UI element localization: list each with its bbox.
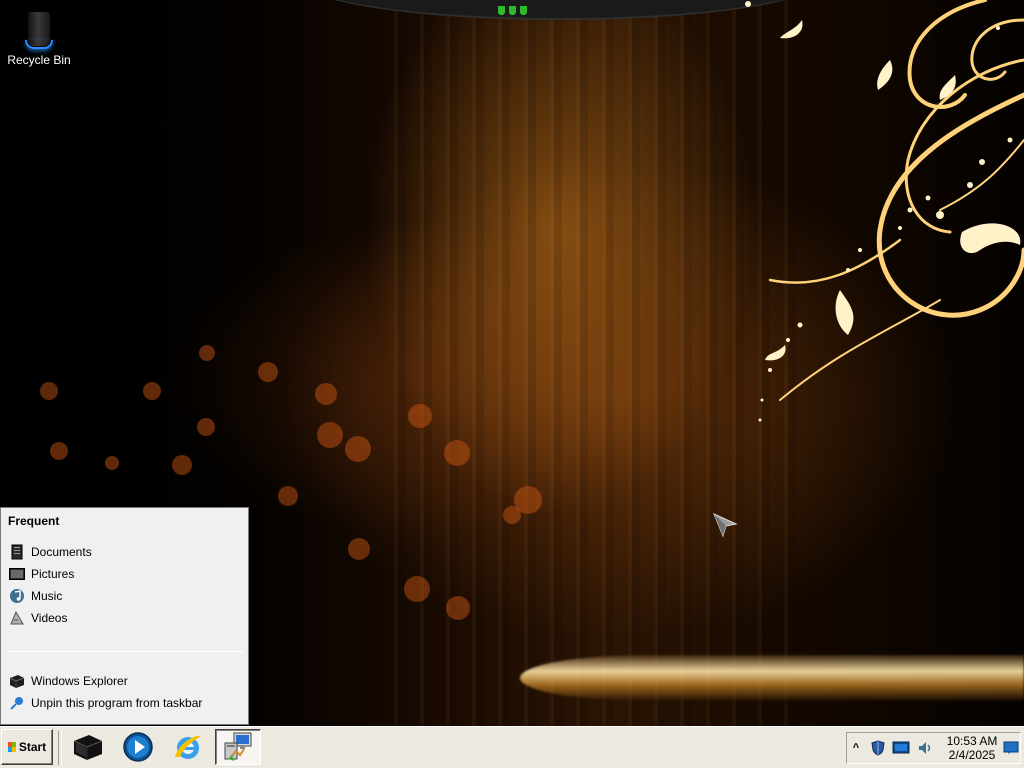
bokeh-light — [404, 576, 430, 602]
taskbar-clock[interactable]: 10:53 AM 2/4/2025 — [943, 734, 1001, 762]
start-button[interactable]: Start — [1, 729, 53, 765]
desktop-icon-recycle-bin[interactable]: Recycle Bin — [2, 6, 76, 76]
volume-icon[interactable] — [915, 738, 935, 758]
jump-list-item-music[interactable]: Music — [5, 586, 245, 606]
media-player-icon — [123, 732, 153, 762]
system-tray: ^ 10:53 AM 2/4/2025 — [846, 732, 1021, 764]
taskbar: Start ^ 10:53 AM 2/4/2025 — [0, 726, 1024, 768]
jump-list-item-label: Videos — [31, 611, 68, 625]
taskbar-button-internet-explorer[interactable] — [165, 729, 211, 765]
jump-list-item-label: Unpin this program from taskbar — [31, 696, 203, 710]
start-button-label: Start — [18, 740, 47, 754]
windows-explorer-icon — [73, 735, 103, 760]
bokeh-light — [408, 404, 432, 428]
music-icon — [9, 588, 25, 604]
bokeh-light — [345, 436, 371, 462]
taskbar-jump-list: Frequent Documents Pictures Music Videos… — [0, 507, 249, 725]
bokeh-light — [278, 486, 298, 506]
jump-list-separator — [7, 651, 244, 652]
bokeh-light — [315, 383, 337, 405]
internet-explorer-icon — [175, 735, 201, 759]
jump-list-item-unpin[interactable]: Unpin this program from taskbar — [5, 693, 245, 713]
network-computer-icon — [224, 732, 252, 761]
bokeh-light — [50, 442, 68, 460]
taskbar-divider — [58, 731, 62, 765]
jump-list-item-videos[interactable]: Videos — [5, 608, 245, 628]
bokeh-light — [143, 382, 161, 400]
taskbar-button-windows-explorer[interactable] — [65, 729, 111, 765]
wallpaper-streaks — [380, 0, 800, 726]
wallpaper-top-lights — [496, 6, 528, 16]
jump-list-item-label: Music — [31, 589, 63, 603]
bokeh-light — [199, 345, 215, 361]
wallpaper-bottom-glow — [520, 655, 1024, 701]
windows-explorer-icon — [9, 673, 25, 689]
security-shield-icon[interactable] — [868, 738, 888, 758]
videos-icon — [9, 610, 25, 626]
bokeh-light — [258, 362, 278, 382]
unpin-icon — [9, 695, 25, 711]
recycle-bin-icon — [24, 10, 54, 50]
jump-list-heading: Frequent — [8, 514, 60, 528]
jump-list-item-windows-explorer[interactable]: Windows Explorer — [5, 671, 245, 691]
bokeh-light — [317, 422, 343, 448]
bokeh-light — [348, 538, 370, 560]
bokeh-light — [503, 506, 521, 524]
jump-list-item-pictures[interactable]: Pictures — [5, 564, 245, 584]
chevron-up-icon: ^ — [852, 742, 860, 754]
desktop-icon-label: Recycle Bin — [7, 53, 71, 67]
clock-time: 10:53 AM — [946, 734, 998, 748]
action-center-icon[interactable] — [1001, 738, 1021, 758]
mouse-cursor-icon — [713, 513, 738, 538]
display-icon[interactable] — [891, 738, 911, 758]
wallpaper-swirl — [745, 0, 1024, 422]
bokeh-light — [446, 596, 470, 620]
bokeh-light — [197, 418, 215, 436]
windows-logo-icon — [7, 742, 16, 752]
jump-list-item-label: Documents — [31, 545, 92, 559]
bokeh-light — [105, 456, 119, 470]
jump-list-item-label: Pictures — [31, 567, 75, 581]
taskbar-button-media-player[interactable] — [115, 729, 161, 765]
bokeh-light — [40, 382, 58, 400]
bokeh-light — [172, 455, 192, 475]
documents-icon — [9, 544, 25, 560]
show-hidden-icons-button[interactable]: ^ — [849, 738, 863, 758]
bokeh-light — [444, 440, 470, 466]
clock-date: 2/4/2025 — [948, 748, 996, 762]
jump-list-item-label: Windows Explorer — [31, 674, 128, 688]
taskbar-button-network-computer[interactable] — [215, 729, 261, 765]
pictures-icon — [9, 566, 25, 582]
jump-list-item-documents[interactable]: Documents — [5, 542, 245, 562]
